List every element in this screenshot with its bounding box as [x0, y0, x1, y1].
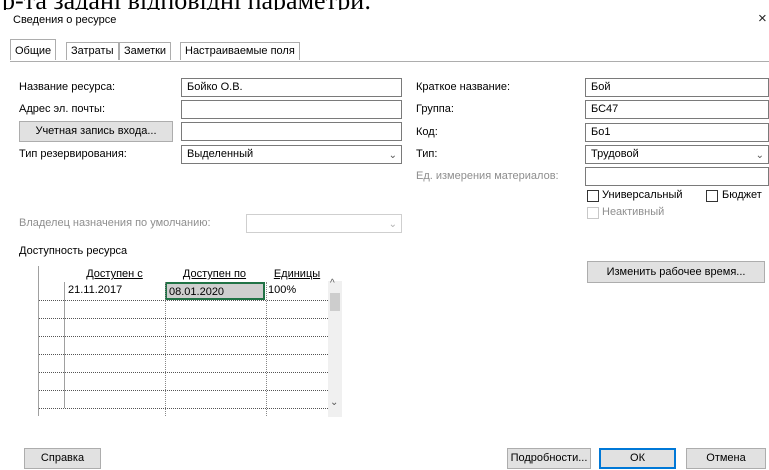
column-header-available-from[interactable]: Доступен с — [67, 266, 162, 282]
dialog-title: Сведения о ресурсе — [13, 14, 117, 26]
table-row[interactable] — [39, 390, 328, 409]
budget-label: Бюджет — [722, 189, 762, 201]
column-divider — [266, 282, 267, 416]
type-label: Тип: — [416, 148, 438, 160]
generic-label: Универсальный — [602, 189, 683, 201]
row-header — [39, 282, 65, 300]
scroll-down-icon[interactable]: ⌄ — [330, 397, 338, 408]
row-header — [39, 390, 65, 408]
table-row[interactable] — [39, 354, 328, 373]
code-label: Код: — [416, 126, 438, 138]
column-divider — [165, 282, 166, 416]
scroll-up-icon[interactable]: ^ — [330, 278, 335, 289]
row-header — [39, 372, 65, 390]
booking-type-label: Тип резервирования: — [19, 148, 127, 160]
chevron-down-icon: ⌄ — [388, 150, 397, 161]
row-header — [39, 300, 65, 318]
close-icon[interactable]: × — [758, 10, 767, 27]
type-dropdown[interactable]: Трудовой ⌄ — [585, 145, 769, 164]
change-working-time-button[interactable]: Изменить рабочее время... — [587, 261, 765, 283]
details-button[interactable]: Подробности... — [507, 448, 591, 469]
short-name-label: Краткое название: — [416, 81, 511, 93]
tab-costs[interactable]: Затраты — [66, 42, 119, 60]
table-row[interactable] — [39, 372, 328, 391]
inactive-checkbox[interactable] — [587, 207, 599, 219]
booking-type-dropdown[interactable]: Выделенный ⌄ — [181, 145, 402, 164]
availability-grid: Доступен с Доступен по Единицы 21.11.201… — [38, 266, 343, 416]
row-header — [39, 354, 65, 372]
booking-type-value: Выделенный — [187, 148, 254, 160]
login-account-button[interactable]: Учетная запись входа... — [19, 121, 173, 142]
material-units-label: Ед. измерения материалов: — [416, 170, 559, 182]
email-label: Адрес эл. почты: — [19, 103, 106, 115]
row-header — [39, 318, 65, 336]
table-row[interactable] — [39, 336, 328, 355]
table-row[interactable] — [39, 300, 328, 319]
group-field[interactable]: БС47 — [585, 100, 769, 119]
code-field[interactable]: Бо1 — [585, 123, 769, 142]
available-to-cell[interactable]: 08.01.2020 — [165, 282, 265, 300]
availability-scrollbar[interactable]: ^ ⌄ — [328, 278, 342, 417]
tab-general[interactable]: Общие — [10, 39, 57, 60]
cancel-button[interactable]: Отмена — [686, 448, 766, 469]
table-row[interactable] — [39, 318, 328, 337]
tab-divider — [10, 61, 769, 62]
default-owner-dropdown[interactable]: ⌄ — [246, 214, 402, 233]
table-row[interactable]: 21.11.2017 08.01.2020 100% — [39, 282, 328, 301]
scroll-thumb[interactable] — [330, 293, 340, 311]
units-cell[interactable]: 100% — [266, 282, 328, 300]
column-header-units[interactable]: Единицы — [267, 266, 327, 282]
chevron-down-icon: ⌄ — [388, 219, 397, 230]
resource-info-dialog: Сведения о ресурсе × Общие Затраты Замет… — [0, 10, 769, 470]
column-header-available-to[interactable]: Доступен по — [166, 266, 263, 282]
default-owner-label: Владелец назначения по умолчанию: — [19, 217, 211, 229]
budget-checkbox[interactable] — [706, 190, 718, 202]
tab-notes[interactable]: Заметки — [119, 42, 172, 60]
tab-custom-fields[interactable]: Настраиваемые поля — [180, 42, 300, 60]
availability-title: Доступность ресурса — [19, 245, 128, 257]
material-units-field[interactable] — [585, 167, 769, 186]
login-account-field[interactable] — [181, 122, 402, 141]
group-label: Группа: — [416, 103, 454, 115]
resource-name-field[interactable]: Бойко О.В. — [181, 78, 402, 97]
email-field[interactable] — [181, 100, 402, 119]
chevron-down-icon: ⌄ — [755, 150, 764, 161]
inactive-label: Неактивный — [602, 206, 665, 218]
generic-checkbox[interactable] — [587, 190, 599, 202]
type-value: Трудовой — [591, 148, 639, 160]
ok-button[interactable]: ОК — [599, 448, 676, 469]
row-header — [39, 336, 65, 354]
resource-name-label: Название ресурса: — [19, 81, 116, 93]
short-name-field[interactable]: Бой — [585, 78, 769, 97]
help-button[interactable]: Справка — [24, 448, 101, 469]
available-from-cell[interactable]: 21.11.2017 — [66, 282, 165, 300]
